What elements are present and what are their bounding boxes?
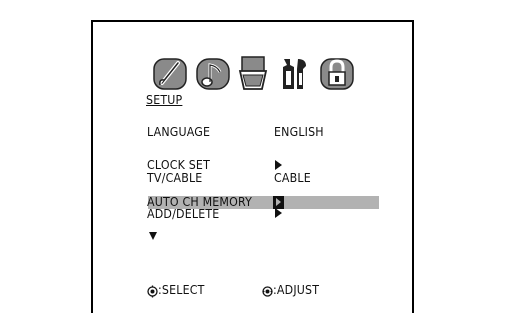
tv-cable-value[interactable]: CABLE	[274, 172, 311, 184]
language-label[interactable]: LANGUAGE	[147, 126, 210, 138]
add-delete-arrow-icon[interactable]	[275, 208, 282, 218]
lock-icon[interactable]	[317, 53, 357, 93]
audio-note-icon[interactable]	[193, 53, 233, 93]
tv-cable-label[interactable]: TV/CABLE	[147, 172, 202, 184]
clock-set-label[interactable]: CLOCK SET	[147, 159, 210, 171]
add-delete-label[interactable]: ADD/DELETE	[147, 208, 219, 220]
select-joystick-icon	[147, 283, 158, 298]
adjust-joystick-icon	[262, 283, 273, 297]
adjust-hint: :ADJUST	[273, 283, 320, 297]
language-value[interactable]: ENGLISH	[274, 126, 324, 138]
setup-tools-icon[interactable]	[275, 53, 315, 93]
scroll-down-icon[interactable]	[149, 232, 157, 240]
timer-glass-icon[interactable]	[233, 53, 273, 93]
select-hint: :SELECT	[158, 283, 205, 297]
picture-brush-icon[interactable]	[150, 53, 190, 93]
menu-title: SETUP	[146, 93, 183, 107]
clock-set-arrow-icon[interactable]	[275, 160, 282, 170]
